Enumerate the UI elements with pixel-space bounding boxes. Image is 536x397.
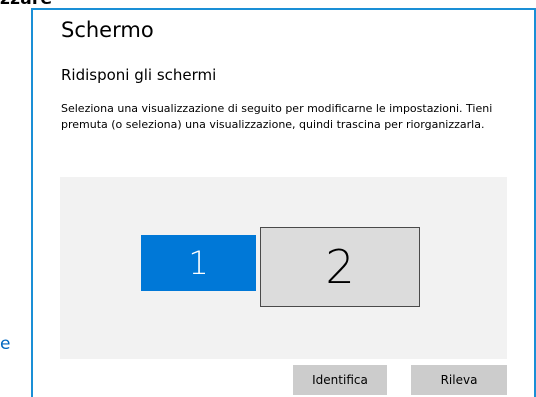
display-1-label: 1 bbox=[188, 244, 209, 282]
detect-button[interactable]: Rileva bbox=[411, 365, 507, 395]
screenshot: zzare e Schermo Ridisponi gli schermi Se… bbox=[0, 0, 536, 397]
display-1-tile[interactable]: 1 bbox=[141, 235, 256, 291]
display-settings-window: Schermo Ridisponi gli schermi Seleziona … bbox=[31, 8, 536, 397]
display-2-tile[interactable]: 2 bbox=[260, 227, 420, 307]
identify-button[interactable]: Identifica bbox=[293, 365, 387, 395]
display-2-label: 2 bbox=[325, 240, 355, 294]
display-arrangement-area[interactable]: 1 2 bbox=[60, 177, 507, 359]
arrange-description: Seleziona una visualizzazione di seguito… bbox=[61, 102, 493, 131]
background-window-link[interactable]: e bbox=[0, 334, 10, 354]
page-title: Schermo bbox=[61, 18, 154, 42]
section-title: Ridisponi gli schermi bbox=[61, 66, 217, 84]
